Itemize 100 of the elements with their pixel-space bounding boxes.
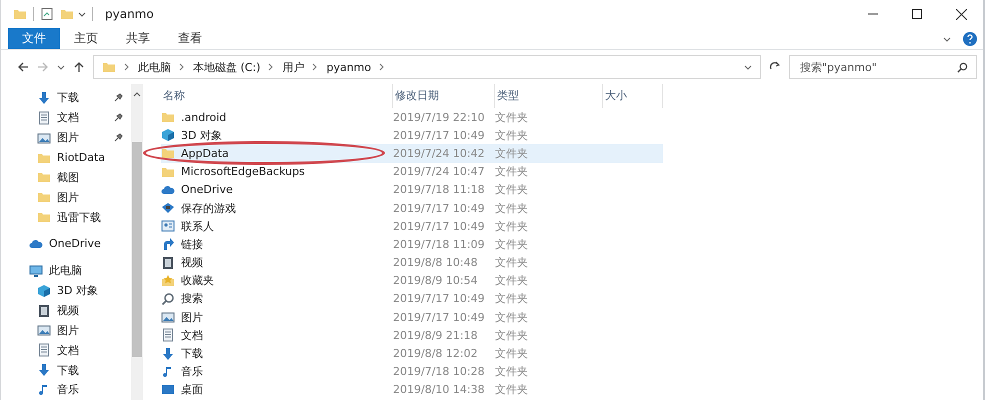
document-icon <box>37 110 51 125</box>
modified-date: 2019/8/9 21:18 <box>393 328 479 342</box>
nav-item[interactable]: 迅雷下载 <box>1 207 131 228</box>
breadcrumb-item[interactable]: 本地磁盘 (C:) <box>193 60 260 74</box>
dropdown-icon[interactable] <box>78 10 86 18</box>
file-row[interactable]: 桌面 2019/8/10 14:38 文件夹 <box>161 380 663 399</box>
file-name: 音乐 <box>181 364 203 380</box>
file-type: 文件夹 <box>495 310 529 325</box>
file-name: 联系人 <box>181 218 214 234</box>
ribbon-tab[interactable]: 查看 <box>164 28 216 49</box>
modified-date: 2019/7/18 11:18 <box>393 183 486 196</box>
column-header[interactable]: 大小 <box>603 84 663 108</box>
ribbon-tab[interactable]: 主页 <box>60 28 112 49</box>
expand-ribbon-icon[interactable] <box>943 34 951 42</box>
nav-item[interactable]: 截图 <box>1 167 131 188</box>
recent-locations-icon[interactable] <box>57 63 65 71</box>
cube-icon <box>37 284 51 298</box>
file-row[interactable]: 图片 2019/7/17 10:49 文件夹 <box>161 308 663 326</box>
file-row[interactable]: 保存的游戏 2019/7/17 10:49 文件夹 <box>161 198 663 218</box>
film-icon <box>161 256 175 270</box>
scrollbar-thumb[interactable] <box>132 142 142 357</box>
file-row[interactable]: 音乐 2019/7/18 10:28 文件夹 <box>161 362 663 381</box>
file-row[interactable]: 链接 2019/7/18 11:09 文件夹 <box>161 235 663 254</box>
properties-icon[interactable] <box>40 7 54 21</box>
file-row[interactable]: AppData 2019/7/24 10:42 文件夹 <box>161 144 663 163</box>
file-type: 文件夹 <box>495 200 529 216</box>
nav-item[interactable]: 文档 <box>1 108 131 128</box>
chevron-icon[interactable] <box>124 63 130 71</box>
modified-date: 2019/8/10 14:38 <box>393 383 486 396</box>
scroll-up-icon[interactable] <box>133 90 141 98</box>
ribbon-tab[interactable]: 文件 <box>8 28 60 49</box>
folder-icon <box>102 60 116 74</box>
star-folder-icon <box>161 274 175 288</box>
ribbon-tab[interactable]: 共享 <box>112 28 164 49</box>
modified-date: 2019/7/17 10:49 <box>393 202 486 215</box>
file-type: 文件夹 <box>495 146 529 161</box>
maximize-icon[interactable] <box>912 9 922 19</box>
chevron-icon[interactable] <box>268 63 274 71</box>
file-type: 文件夹 <box>495 346 529 362</box>
computer-icon <box>29 264 43 278</box>
column-header[interactable]: 名称 <box>161 84 393 108</box>
file-row[interactable]: 文档 2019/8/9 21:18 文件夹 <box>161 326 663 344</box>
address-bar[interactable]: 此电脑 本地磁盘 (C:) 用户 pyanmo <box>93 55 761 79</box>
file-type: 文件夹 <box>495 382 529 398</box>
file-row[interactable]: 3D 对象 2019/7/17 10:49 文件夹 <box>161 126 663 144</box>
breadcrumb-item[interactable]: pyanmo <box>326 60 372 74</box>
nav-item[interactable]: 下载 <box>1 360 131 380</box>
file-row[interactable]: 搜索 2019/7/17 10:49 文件夹 <box>161 290 663 308</box>
close-icon[interactable] <box>956 8 966 20</box>
nav-item[interactable]: RiotData <box>1 148 131 168</box>
picture-icon <box>37 130 51 145</box>
nav-item[interactable]: 音乐 <box>1 380 131 400</box>
file-row[interactable]: 联系人 2019/7/17 10:49 文件夹 <box>161 217 663 236</box>
chevron-icon[interactable] <box>179 63 185 71</box>
back-arrow-icon[interactable] <box>17 61 29 73</box>
search-field[interactable]: 搜索"pyanmo" <box>789 55 977 79</box>
link-arrow-icon <box>161 237 175 252</box>
chevron-icon[interactable] <box>379 63 386 71</box>
picture-icon <box>161 310 175 324</box>
folder-icon <box>37 210 51 224</box>
help-icon[interactable] <box>963 32 977 46</box>
nav-item[interactable]: 图片 <box>1 128 131 148</box>
file-type: 文件夹 <box>495 236 529 252</box>
file-row[interactable]: 视频 2019/8/8 10:48 文件夹 <box>161 254 663 272</box>
file-row[interactable]: 收藏夹 2019/8/9 10:54 文件夹 <box>161 272 663 290</box>
file-type: 文件夹 <box>495 255 529 270</box>
file-type: 文件夹 <box>495 182 529 198</box>
breadcrumb-item[interactable]: 用户 <box>282 60 304 74</box>
scrollbar[interactable] <box>131 84 143 400</box>
nav-item[interactable]: 下载 <box>1 88 131 108</box>
column-header[interactable]: 类型 <box>495 84 603 108</box>
file-name: 文档 <box>181 328 203 343</box>
file-row[interactable]: OneDrive 2019/7/18 11:18 文件夹 <box>161 180 663 199</box>
up-arrow-icon[interactable] <box>73 61 85 73</box>
modified-date: 2019/7/24 10:42 <box>393 146 486 160</box>
chevron-icon[interactable] <box>312 63 318 71</box>
modified-date: 2019/8/8 12:02 <box>393 347 479 360</box>
desktop-icon <box>161 382 175 397</box>
download-arrow-icon <box>37 363 51 378</box>
column-header[interactable]: 修改日期 <box>393 84 495 108</box>
file-row[interactable]: 下载 2019/8/8 12:02 文件夹 <box>161 344 663 363</box>
download-arrow-icon <box>37 90 51 105</box>
nav-item[interactable]: 文档 <box>1 340 131 360</box>
folder-icon <box>37 170 51 184</box>
file-type: 文件夹 <box>495 291 529 306</box>
modified-date: 2019/7/17 10:49 <box>393 292 486 306</box>
nav-item[interactable]: 图片 <box>1 187 131 208</box>
nav-item[interactable]: OneDrive <box>1 234 131 254</box>
folder-icon <box>37 190 51 204</box>
file-name: OneDrive <box>181 183 233 196</box>
dropdown-icon[interactable] <box>744 63 752 71</box>
file-row[interactable]: .android 2019/7/19 22:10 文件夹 <box>161 108 663 126</box>
nav-item[interactable]: 视频 <box>1 300 131 320</box>
file-row[interactable]: MicrosoftEdgeBackups 2019/7/24 10:47 文件夹 <box>161 162 663 181</box>
file-name: 保存的游戏 <box>181 200 236 216</box>
breadcrumb-item[interactable]: 此电脑 <box>138 60 171 74</box>
modified-date: 2019/7/17 10:49 <box>393 128 486 142</box>
nav-item[interactable]: 此电脑 <box>1 260 131 281</box>
nav-item[interactable]: 图片 <box>1 320 131 340</box>
nav-item[interactable]: 3D 对象 <box>1 280 131 301</box>
